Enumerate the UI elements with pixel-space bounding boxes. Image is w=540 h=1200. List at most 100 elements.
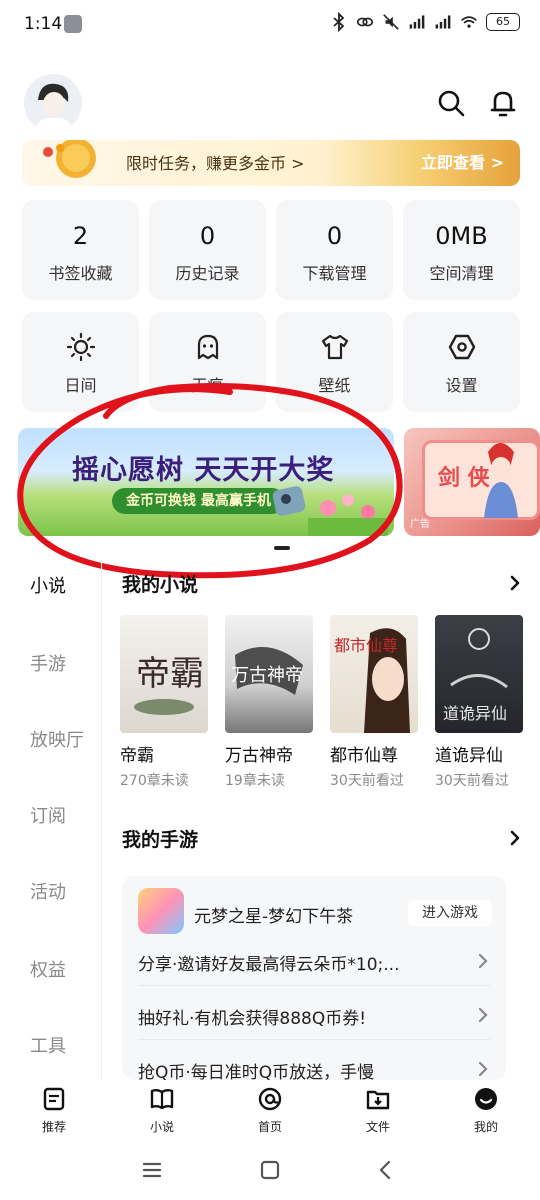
book-status: 30天前看过: [435, 773, 509, 789]
stat-downloads[interactable]: 0 下载管理: [276, 200, 393, 300]
chevron-right-icon: [478, 953, 488, 969]
menu-icon[interactable]: [140, 1158, 164, 1182]
book-status: 270章未读: [120, 773, 189, 789]
book-cover-art-icon: 道诡异仙: [443, 628, 508, 723]
back-icon[interactable]: [374, 1158, 398, 1182]
home-square-icon[interactable]: [258, 1158, 282, 1182]
folder-download-icon: [366, 1090, 390, 1110]
book-cover-text: 道诡异仙: [443, 705, 507, 723]
book-icon: [150, 1089, 174, 1110]
tool-settings[interactable]: 设置: [403, 312, 520, 412]
promo-cta-button[interactable]: 立即查看 >: [421, 149, 504, 173]
book-item[interactable]: 帝霸 帝霸 270章未读: [120, 615, 208, 790]
phone-prize-icon: [272, 486, 306, 516]
tool-label: 日间: [64, 376, 97, 395]
stat-value: 2: [72, 222, 89, 250]
nav-label: 我的: [473, 1120, 498, 1134]
book-cover-text: 帝霸: [136, 655, 204, 693]
side-item-tools[interactable]: 工具: [30, 1032, 66, 1058]
game-app-icon[interactable]: [138, 888, 184, 934]
document-icon: [43, 1087, 65, 1111]
avatar[interactable]: [24, 74, 82, 132]
nav-home[interactable]: 首页: [240, 1086, 300, 1135]
book-cover: 道诡异仙: [435, 615, 523, 733]
game-promo-row[interactable]: 抢Q币·每日准时Q币放送，手慢: [138, 1046, 490, 1080]
ad-tag: 广告: [410, 519, 430, 530]
chevron-right-icon[interactable]: [508, 829, 522, 847]
search-icon[interactable]: [436, 88, 466, 118]
book-status: 19章未读: [225, 773, 285, 789]
mute-icon: [383, 14, 399, 30]
side-item-novel[interactable]: 小说: [30, 572, 66, 598]
game-ad-banner[interactable]: 剑 侠 广告: [404, 428, 540, 536]
avatar-illustration-icon: [24, 74, 82, 132]
tool-label: 设置: [445, 376, 478, 395]
nav-label: 小说: [149, 1120, 174, 1134]
shirt-icon: [321, 334, 349, 360]
tool-day-mode[interactable]: 日间: [22, 312, 139, 412]
status-icons: 65: [330, 12, 520, 32]
home-at-icon: [258, 1087, 282, 1111]
side-item-games[interactable]: 手游: [30, 650, 66, 676]
game-row-text: 分享·邀请好友最高得云朵币*10;...: [138, 955, 400, 975]
bluetooth-icon: [333, 12, 345, 32]
game-promo-row[interactable]: 抽好礼·有机会获得888Q币券!: [138, 992, 490, 1040]
game-character-icon: [484, 443, 518, 518]
nav-label: 首页: [257, 1120, 282, 1134]
stat-value: 0MB: [435, 222, 488, 250]
wifi-icon: [461, 16, 477, 28]
bell-icon[interactable]: [488, 88, 518, 118]
book-cover: 帝霸: [120, 615, 208, 733]
tool-incognito[interactable]: 无痕: [149, 312, 266, 412]
stat-bookmarks[interactable]: 2 书签收藏: [22, 200, 139, 300]
nav-novel[interactable]: 小说: [132, 1086, 192, 1135]
signal-icon-2: [435, 15, 451, 29]
book-item[interactable]: 都市仙尊 都市仙尊 30天前看过: [330, 615, 418, 790]
wrench-icon: [64, 15, 82, 33]
bottom-nav: 推荐 小说 首页 文件 我的: [0, 1080, 540, 1140]
tool-wallpaper[interactable]: 壁纸: [276, 312, 393, 412]
nav-recommend[interactable]: 推荐: [24, 1086, 84, 1135]
ad-main-subtitle: 金币可换钱 最高赢手机: [112, 488, 285, 514]
status-time: 1:14: [24, 14, 63, 34]
side-item-subscribe[interactable]: 订阅: [30, 802, 66, 828]
book-item[interactable]: 万古神帝 万古神帝 19章未读: [225, 615, 313, 790]
status-bar: 1:14 65: [0, 0, 540, 52]
stat-value: 0: [326, 222, 343, 250]
task-promo-banner[interactable]: 限时任务，赚更多金币 > 立即查看 >: [22, 140, 520, 186]
book-title: 帝霸: [120, 746, 154, 766]
nav-profile[interactable]: 我的: [456, 1086, 516, 1135]
ad-main-title: 摇心愿树 天天开大奖: [72, 455, 335, 486]
book-cover: 都市仙尊: [330, 615, 418, 733]
stat-label: 下载管理: [302, 264, 367, 283]
nav-label: 文件: [365, 1120, 390, 1134]
side-item-activity[interactable]: 活动: [30, 878, 66, 904]
chevron-right-icon: [478, 1007, 488, 1023]
battery-indicator: 65: [486, 13, 520, 31]
stat-label: 空间清理: [429, 264, 494, 283]
book-cover-text: 都市仙尊: [334, 637, 398, 655]
stat-label: 历史记录: [175, 264, 240, 283]
stat-storage-clean[interactable]: 0MB 空间清理: [403, 200, 520, 300]
nav-files[interactable]: 文件: [348, 1086, 408, 1135]
game-row-text: 抢Q币·每日准时Q币放送，手慢: [138, 1063, 375, 1080]
side-item-benefits[interactable]: 权益: [30, 956, 66, 982]
ghost-icon: [197, 334, 219, 360]
game-promo-row[interactable]: 分享·邀请好友最高得云朵币*10;...: [138, 938, 490, 986]
promo-text: 限时任务，赚更多金币 >: [126, 154, 305, 173]
link-icon: [356, 17, 374, 27]
enter-game-button[interactable]: 进入游戏: [408, 900, 492, 926]
stat-history[interactable]: 0 历史记录: [149, 200, 266, 300]
profile-icon: [475, 1088, 497, 1110]
tool-label: 无痕: [191, 376, 224, 395]
book-title: 万古神帝: [225, 746, 293, 766]
game-row-text: 抽好礼·有机会获得888Q币券!: [138, 1009, 367, 1029]
book-item[interactable]: 道诡异仙 道诡异仙 30天前看过: [435, 615, 523, 790]
chevron-right-icon[interactable]: [508, 574, 522, 592]
book-status: 30天前看过: [330, 773, 404, 789]
my-games-title: 我的手游: [122, 829, 199, 851]
side-item-cinema[interactable]: 放映厅: [30, 726, 84, 752]
system-nav-bar: [0, 1140, 540, 1200]
book-cover-text: 万古神帝: [231, 665, 303, 685]
wish-tree-ad-banner[interactable]: 摇心愿树 天天开大奖 金币可换钱 最高赢手机: [18, 428, 394, 536]
